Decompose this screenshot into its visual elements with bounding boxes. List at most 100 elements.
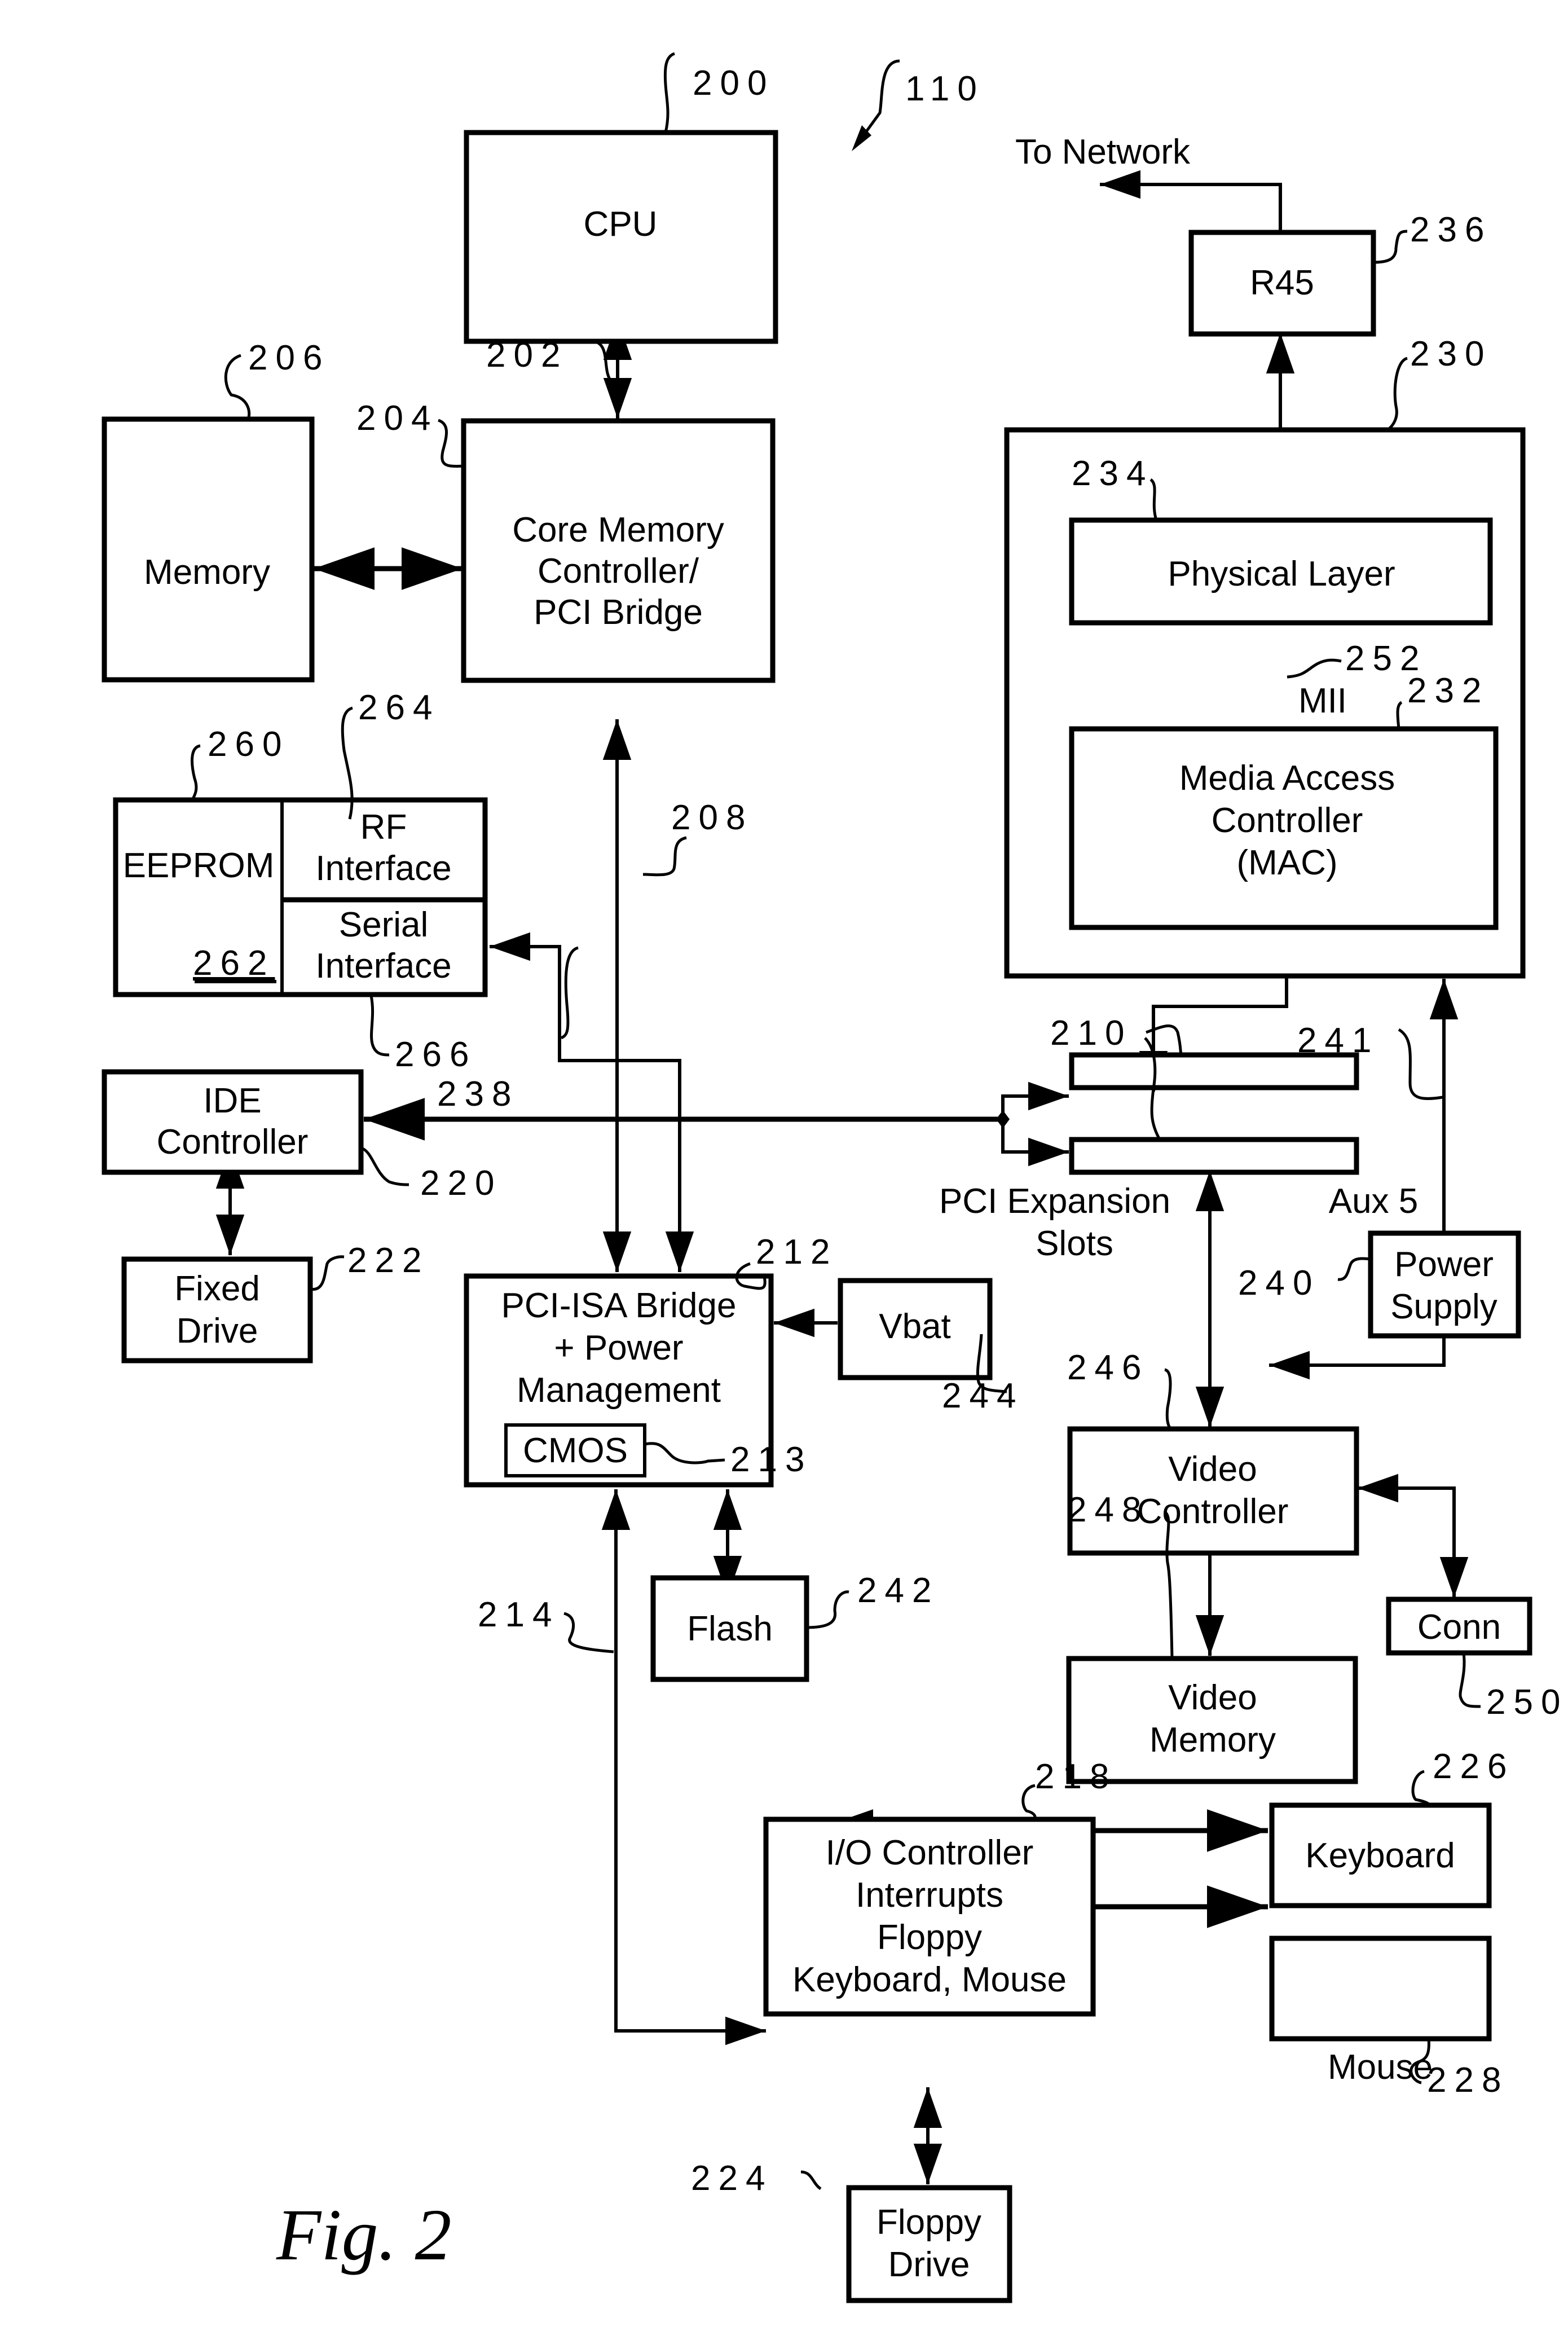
ref-240: 240	[1238, 1264, 1320, 1303]
rf-interface-label-2: Interface	[315, 849, 451, 888]
ref-212: 212	[756, 1233, 838, 1272]
fixed-drive-label-1: Fixed	[174, 1269, 260, 1308]
cpu-label: CPU	[584, 205, 658, 244]
flash-label: Flash	[687, 1609, 773, 1648]
ref-230: 230	[1410, 335, 1492, 373]
pci-slot-2[interactable]	[1069, 1137, 1359, 1175]
block-memory[interactable]: Memory	[102, 416, 315, 683]
pci-isa-bridge-label-2: + Power	[554, 1329, 683, 1367]
cmos-label: CMOS	[523, 1431, 628, 1470]
floppy-drive-label-1: Floppy	[877, 2203, 981, 2242]
serial-interface-label-2: Interface	[315, 947, 451, 986]
keyboard-label: Keyboard	[1305, 1836, 1455, 1875]
ref-234: 234	[1072, 454, 1153, 493]
ref-210: 210	[1050, 1014, 1132, 1053]
power-out-arrow	[1269, 1337, 1446, 1380]
ref-208: 208	[671, 798, 753, 837]
ref-206: 206	[248, 338, 330, 377]
block-cpu[interactable]: CPU	[464, 130, 778, 344]
isa-bus-line	[614, 1850, 766, 2046]
figure-caption: Fig. 2	[276, 2194, 452, 2276]
block-fixed-drive[interactable]: Fixed Drive	[121, 1256, 313, 1363]
block-vbat[interactable]: Vbat	[838, 1278, 993, 1380]
ref-250: 250	[1486, 1683, 1568, 1722]
rf-interface-label-1: RF	[360, 808, 407, 847]
ide-controller-label-1: IDE	[203, 1081, 261, 1120]
video-controller-label-1: Video	[1168, 1450, 1257, 1489]
slot1-branch	[1001, 1081, 1069, 1119]
block-flash[interactable]: Flash	[650, 1575, 809, 1682]
ref-241: 241	[1297, 1021, 1379, 1060]
block-cmos[interactable]: CMOS	[504, 1423, 646, 1477]
ref-213: 213	[730, 1440, 812, 1479]
floppy-drive-label-2: Drive	[888, 2245, 970, 2284]
to-network-label: To Network	[1015, 133, 1191, 171]
ref-244: 244	[942, 1376, 1024, 1415]
power-supply-label-1: Power	[1394, 1245, 1494, 1284]
ref-224: 224	[691, 2159, 773, 2198]
ref-248: 248	[1067, 1490, 1149, 1529]
io-controller-label-2: Interrupts	[856, 1876, 1003, 1915]
ref-222: 222	[347, 1241, 429, 1280]
pci-isa-bridge-label-1: PCI-ISA Bridge	[501, 1286, 737, 1325]
fixed-drive-label-2: Drive	[177, 1312, 258, 1351]
core-memory-controller-label-2: Controller/	[538, 552, 699, 591]
video-conn-arrow	[1358, 1474, 1469, 1598]
io-controller-label-4: Keyboard, Mouse	[792, 1960, 1067, 1999]
block-pci-expansion-slots[interactable]: PCI Expansion Slots	[939, 1052, 1359, 1263]
pci-expansion-slots-label-2: Slots	[1036, 1224, 1113, 1263]
io-controller-label-3: Floppy	[877, 1918, 982, 1957]
slot2-branch	[1001, 1119, 1069, 1167]
r45-label: R45	[1250, 263, 1314, 302]
block-core-memory-controller[interactable]: Core Memory Controller/ PCI Bridge	[461, 418, 776, 683]
mac-label-3: (MAC)	[1236, 843, 1337, 882]
block-conn[interactable]: Conn	[1386, 1596, 1532, 1656]
ref-200: 200	[693, 64, 774, 103]
to-network-arrow	[1100, 170, 1282, 232]
ref-204: 204	[356, 399, 438, 438]
ref-238: 238	[437, 1075, 519, 1114]
ref-264: 264	[358, 688, 440, 727]
ref-246: 246	[1067, 1348, 1149, 1387]
aux5-label: Aux 5	[1329, 1182, 1419, 1221]
video-controller-label-2: Controller	[1137, 1492, 1289, 1531]
ref-110: 110	[905, 69, 985, 108]
video-memory-label-2: Memory	[1149, 1721, 1276, 1760]
pci-isa-bridge-label-3: Management	[517, 1371, 721, 1410]
ref-218: 218	[1035, 1757, 1117, 1796]
eeprom-label: EEPROM	[123, 846, 275, 885]
io-controller-label-1: I/O Controller	[826, 1833, 1034, 1872]
ref-266: 266	[395, 1035, 477, 1074]
ref-226: 226	[1433, 1747, 1514, 1786]
mac-label-1: Media Access	[1179, 759, 1395, 798]
mac-label-2: Controller	[1212, 801, 1363, 840]
physical-layer-label: Physical Layer	[1168, 555, 1395, 593]
block-physical-layer[interactable]: Physical Layer	[1069, 517, 1493, 626]
video-memory-label-1: Video	[1168, 1678, 1257, 1717]
ref-220: 220	[420, 1164, 502, 1203]
block-keyboard[interactable]: Keyboard	[1269, 1802, 1492, 1908]
serial-interface-label-1: Serial	[339, 905, 429, 944]
core-memory-controller-label-1: Core Memory	[512, 511, 724, 549]
eeprom-sub-ref: 262	[193, 944, 275, 983]
mii-label: MII	[1298, 681, 1347, 720]
ref-202: 202	[486, 336, 568, 375]
ref-236: 236	[1410, 210, 1492, 249]
block-io-controller[interactable]: I/O Controller Interrupts Floppy Keyboar…	[763, 1816, 1096, 2017]
block-power-supply[interactable]: Power Supply	[1368, 1230, 1521, 1339]
ref-260: 260	[208, 725, 289, 764]
ref-228: 228	[1427, 2061, 1509, 2100]
ref-242: 242	[857, 1571, 939, 1610]
system-block-diagram: CPU Core Memory Controller/ PCI Bridge M…	[102, 52, 1568, 2303]
conn-label: Conn	[1417, 1608, 1501, 1647]
block-ide-controller[interactable]: IDE Controller	[102, 1069, 364, 1175]
ide-controller-label-2: Controller	[157, 1123, 309, 1162]
serial-link-line	[558, 945, 694, 1272]
block-r45[interactable]: R45	[1188, 230, 1376, 337]
power-supply-label-2: Supply	[1390, 1287, 1497, 1326]
core-memory-controller-label-3: PCI Bridge	[534, 593, 703, 632]
vbat-label: Vbat	[879, 1307, 951, 1346]
block-mac[interactable]: Media Access Controller (MAC)	[1069, 726, 1499, 930]
pci-expansion-slots-label-1: PCI Expansion	[939, 1182, 1170, 1221]
block-floppy-drive[interactable]: Floppy Drive	[846, 2185, 1012, 2303]
